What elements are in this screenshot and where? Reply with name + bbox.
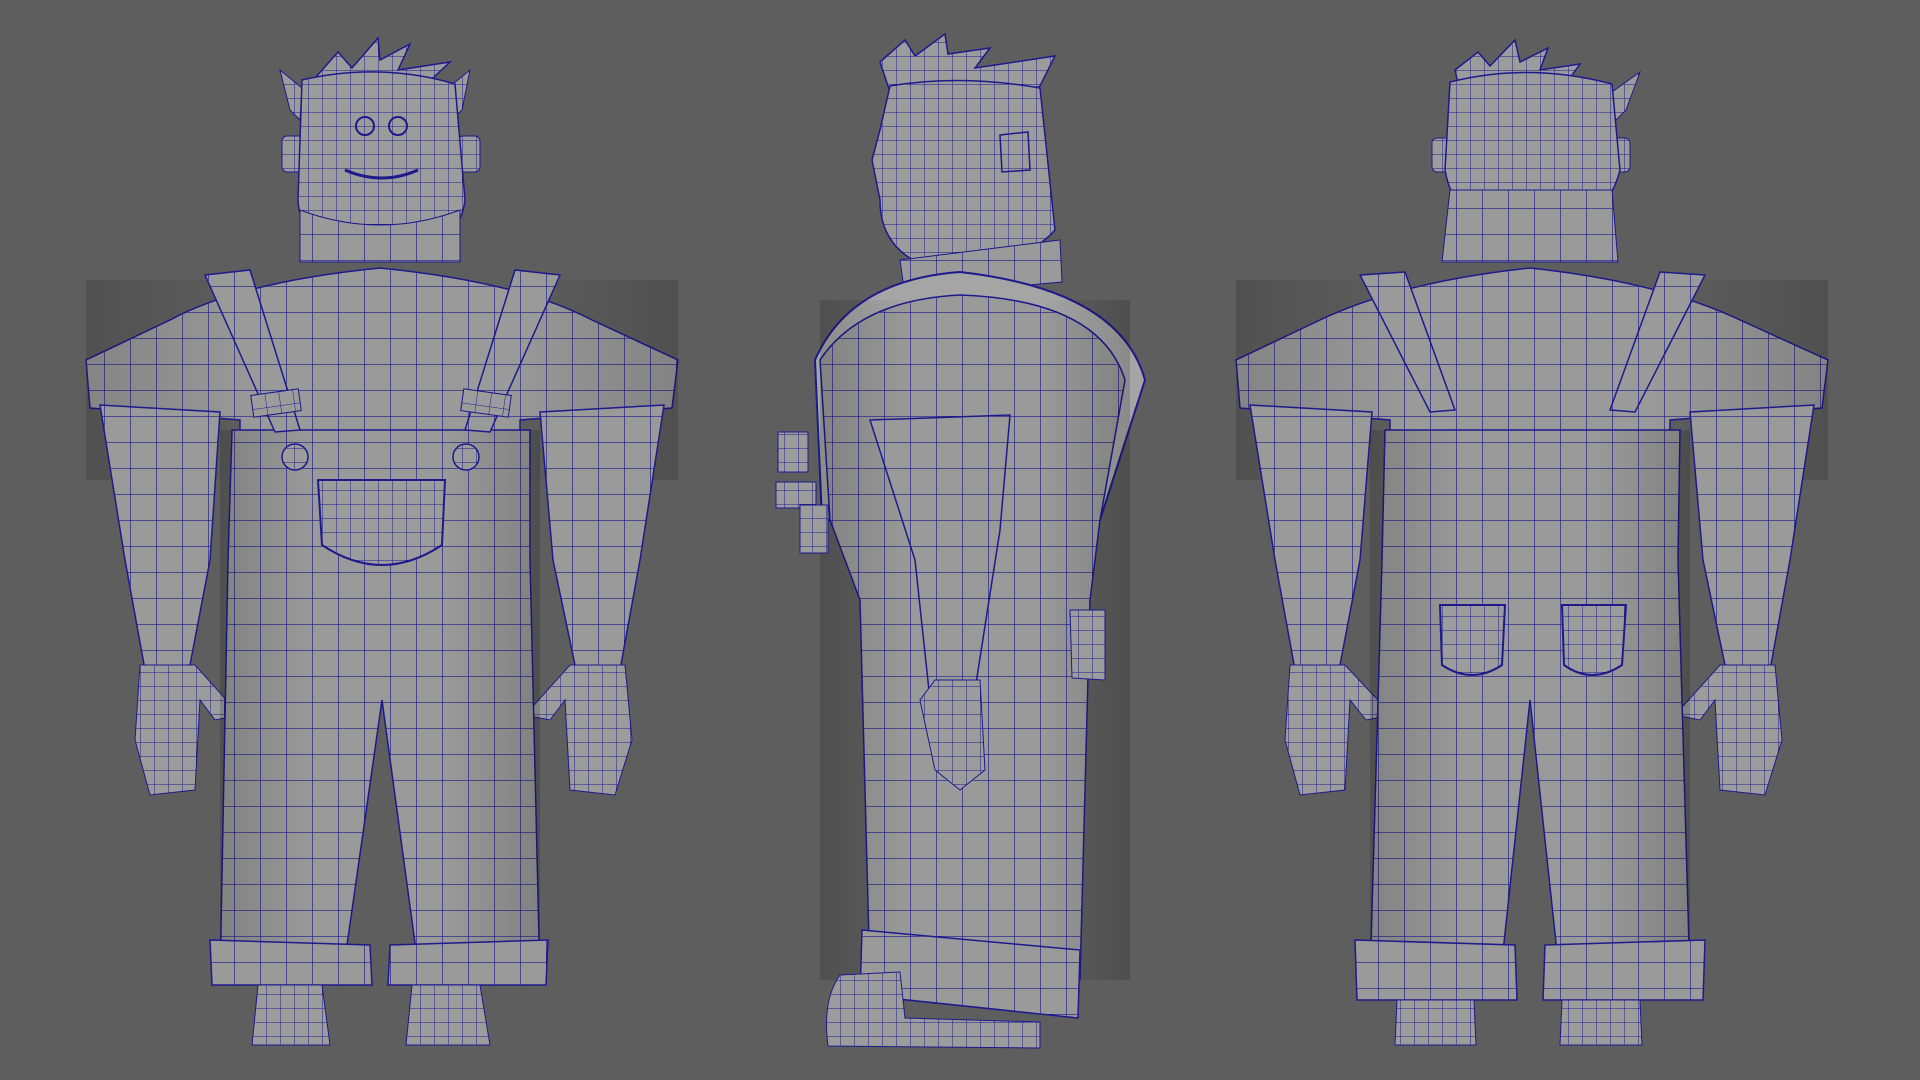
3d-viewport[interactable] [0, 0, 1920, 1080]
viewport-canvas [0, 0, 1920, 1080]
